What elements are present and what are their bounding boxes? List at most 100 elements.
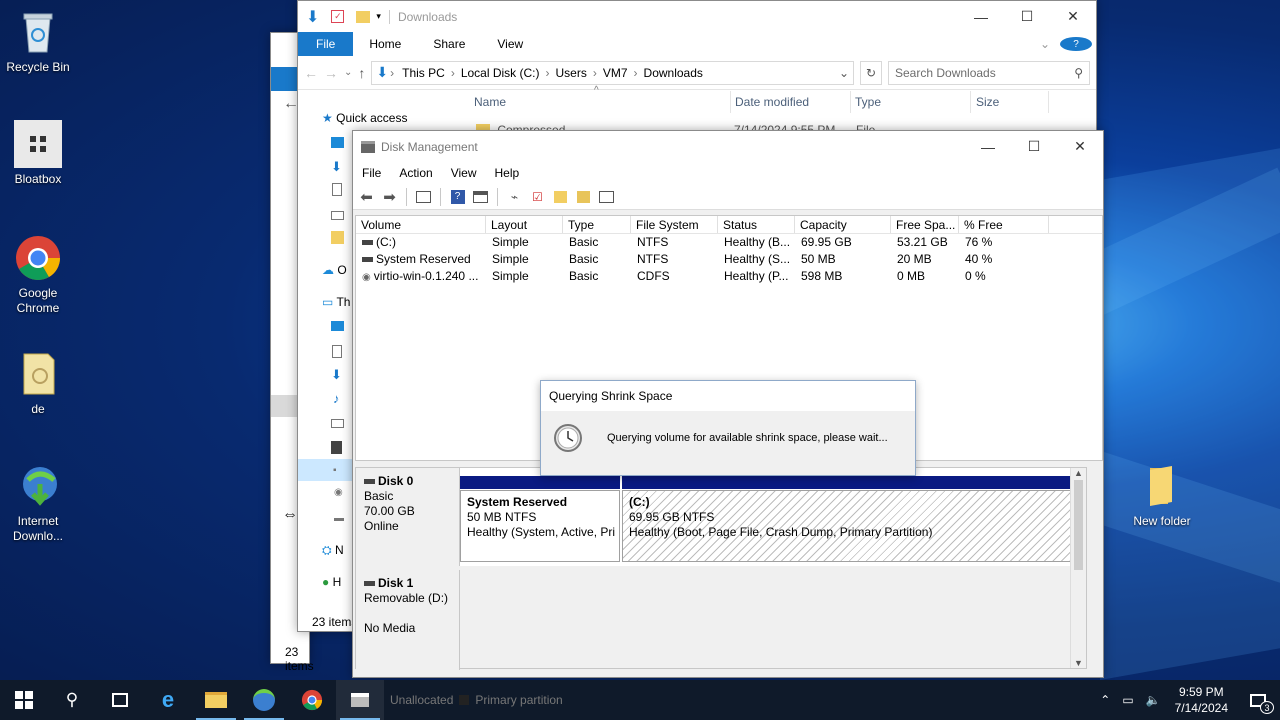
taskbar-file-explorer[interactable] — [192, 680, 240, 720]
breadcrumb-downloads[interactable]: Downloads — [638, 66, 709, 80]
table-row[interactable]: System Reserved Simple Basic NTFS Health… — [356, 251, 1102, 268]
search-input[interactable]: Search Downloads ⚲ — [888, 60, 1090, 85]
scroll-up-icon[interactable]: ▲ — [1071, 468, 1086, 478]
column-capacity[interactable]: Capacity — [795, 216, 891, 233]
forward-arrow-icon[interactable]: → — [324, 65, 338, 81]
diskmgmt-titlebar[interactable]: Disk Management — ☐ ✕ — [353, 131, 1103, 162]
disk-0-label[interactable]: Disk 0 Basic 70.00 GB Online — [356, 468, 460, 566]
partition-c[interactable]: (C:) 69.95 GB NTFS Healthy (Boot, Page F… — [622, 490, 1082, 562]
breadcrumb-local-disk[interactable]: Local Disk (C:) — [455, 66, 546, 80]
properties-icon[interactable] — [471, 188, 490, 205]
tab-file[interactable]: File — [298, 32, 354, 56]
menu-file[interactable]: File — [353, 166, 390, 180]
customize-toolbar-icon[interactable]: ▾ — [376, 11, 381, 22]
drive-icon[interactable]: ▪ — [333, 465, 337, 476]
up-folder-icon[interactable] — [551, 188, 570, 205]
checklist-icon[interactable]: ☑ — [528, 188, 547, 205]
menu-view[interactable]: View — [442, 166, 486, 180]
partition-system-reserved[interactable]: System Reserved 50 MB NTFS Healthy (Syst… — [460, 490, 620, 562]
new-folder-quick-icon[interactable] — [356, 10, 371, 23]
column-layout[interactable]: Layout — [486, 216, 563, 233]
scroll-down-icon[interactable]: ▼ — [1071, 658, 1086, 668]
vertical-scrollbar[interactable]: ▲ ▼ — [1070, 468, 1086, 668]
back-arrow-icon[interactable]: ⬅ — [357, 188, 376, 206]
minimize-button[interactable]: — — [958, 1, 1004, 32]
show-hide-tree-icon[interactable] — [414, 188, 433, 205]
scroll-thumb[interactable] — [1074, 480, 1083, 570]
picture-icon[interactable] — [331, 419, 344, 428]
chevron-down-icon[interactable]: ⌄ — [1034, 32, 1056, 56]
nav-quick-access[interactable]: ★ Quick access — [322, 111, 407, 125]
task-view-button[interactable] — [96, 680, 144, 720]
folder-icon[interactable] — [331, 231, 344, 244]
chevron-down-icon[interactable]: ⌄ — [344, 67, 352, 78]
explorer-titlebar[interactable]: ⬇ ✓ ▾ Downloads — ☐ ✕ — [298, 1, 1096, 32]
nav-this-pc[interactable]: ▭ Th — [322, 295, 350, 309]
document-icon[interactable] — [332, 345, 342, 358]
desktop-icon-bloatbox[interactable]: Bloatbox — [0, 120, 76, 187]
up-arrow-icon[interactable]: ↑ — [358, 65, 365, 81]
minimize-button[interactable]: — — [965, 131, 1011, 162]
desktop-icon-recycle-bin[interactable]: Recycle Bin — [0, 8, 76, 75]
desktop-icon-idm[interactable]: Internet Downlo... — [0, 462, 76, 544]
menu-action[interactable]: Action — [390, 166, 441, 180]
column-free-space[interactable]: Free Spa... — [891, 216, 959, 233]
table-row[interactable]: ◉ virtio-win-0.1.240 ... Simple Basic CDF… — [356, 268, 1102, 285]
querying-shrink-dialog[interactable]: Querying Shrink Space Querying volume fo… — [540, 380, 916, 476]
settings-panel-icon[interactable] — [597, 188, 616, 205]
clock[interactable]: 9:59 PM 7/14/2024 — [1167, 684, 1236, 716]
tab-share[interactable]: Share — [417, 32, 481, 56]
help-icon[interactable]: ? — [1056, 32, 1096, 56]
video-icon[interactable] — [331, 441, 342, 454]
column-file-system[interactable]: File System — [631, 216, 718, 233]
taskbar-idm[interactable] — [240, 680, 288, 720]
download-arrow-icon[interactable]: ⬇ — [331, 159, 342, 175]
drive-icon[interactable]: ▬ — [334, 513, 344, 524]
start-button[interactable] — [0, 680, 48, 720]
maximize-button[interactable]: ☐ — [1004, 1, 1050, 32]
close-button[interactable]: ✕ — [1057, 131, 1103, 162]
cd-drive-icon[interactable]: ◉ — [334, 487, 343, 498]
column-type[interactable]: Type — [855, 95, 881, 109]
column-percent-free[interactable]: % Free — [959, 216, 1049, 233]
picture-icon[interactable] — [331, 211, 344, 220]
column-size[interactable]: Size — [976, 95, 999, 109]
disk-1-label[interactable]: Disk 1 Removable (D:) No Media — [356, 570, 460, 670]
volume-icon[interactable]: 🔈 — [1140, 693, 1167, 707]
search-button[interactable]: ⚲ — [48, 680, 96, 720]
tab-view[interactable]: View — [481, 32, 539, 56]
close-button[interactable]: ✕ — [1050, 1, 1096, 32]
column-status[interactable]: Status — [718, 216, 795, 233]
taskbar-ie[interactable]: e — [144, 680, 192, 720]
column-volume[interactable]: Volume — [356, 216, 486, 233]
table-row[interactable]: (C:) Simple Basic NTFS Healthy (B... 69.… — [356, 234, 1102, 251]
music-icon[interactable]: ♪ — [333, 391, 340, 406]
address-bar[interactable]: ⬇ › This PC › Local Disk (C:) › Users › … — [371, 60, 854, 85]
properties-icon[interactable]: ✓ — [331, 10, 345, 23]
column-type[interactable]: Type — [563, 216, 631, 233]
desktop-icon-de[interactable]: de — [0, 350, 76, 417]
desktop-icon-chrome[interactable]: Google Chrome — [0, 234, 76, 316]
chevron-down-icon[interactable]: ⌄ — [835, 66, 853, 80]
nav-network[interactable]: ⛭ N — [322, 543, 344, 558]
menu-help[interactable]: Help — [486, 166, 529, 180]
taskbar-disk-management[interactable] — [336, 680, 384, 720]
breadcrumb-this-pc[interactable]: This PC — [396, 66, 451, 80]
action-center-button[interactable]: 3 — [1236, 680, 1280, 720]
taskbar-chrome[interactable] — [288, 680, 336, 720]
breadcrumb-vm7[interactable]: VM7 — [597, 66, 634, 80]
nav-homegroup[interactable]: ● H — [322, 575, 341, 589]
nav-item[interactable] — [331, 137, 344, 148]
help-icon[interactable]: ? — [448, 188, 467, 205]
network-icon[interactable]: ▭ — [1116, 693, 1139, 707]
document-icon[interactable] — [332, 183, 342, 196]
maximize-button[interactable]: ☐ — [1011, 131, 1057, 162]
nav-onedrive[interactable]: ☁ O — [322, 263, 347, 277]
tab-home[interactable]: Home — [353, 32, 417, 56]
back-arrow-icon[interactable]: ← — [304, 65, 318, 81]
refresh-icon[interactable]: ↻ — [860, 60, 882, 85]
desktop-folder-icon[interactable] — [331, 321, 344, 331]
forward-arrow-icon[interactable]: ➡ — [380, 188, 399, 206]
nav-local-disk-selected[interactable] — [298, 459, 354, 481]
breadcrumb-users[interactable]: Users — [550, 66, 593, 80]
